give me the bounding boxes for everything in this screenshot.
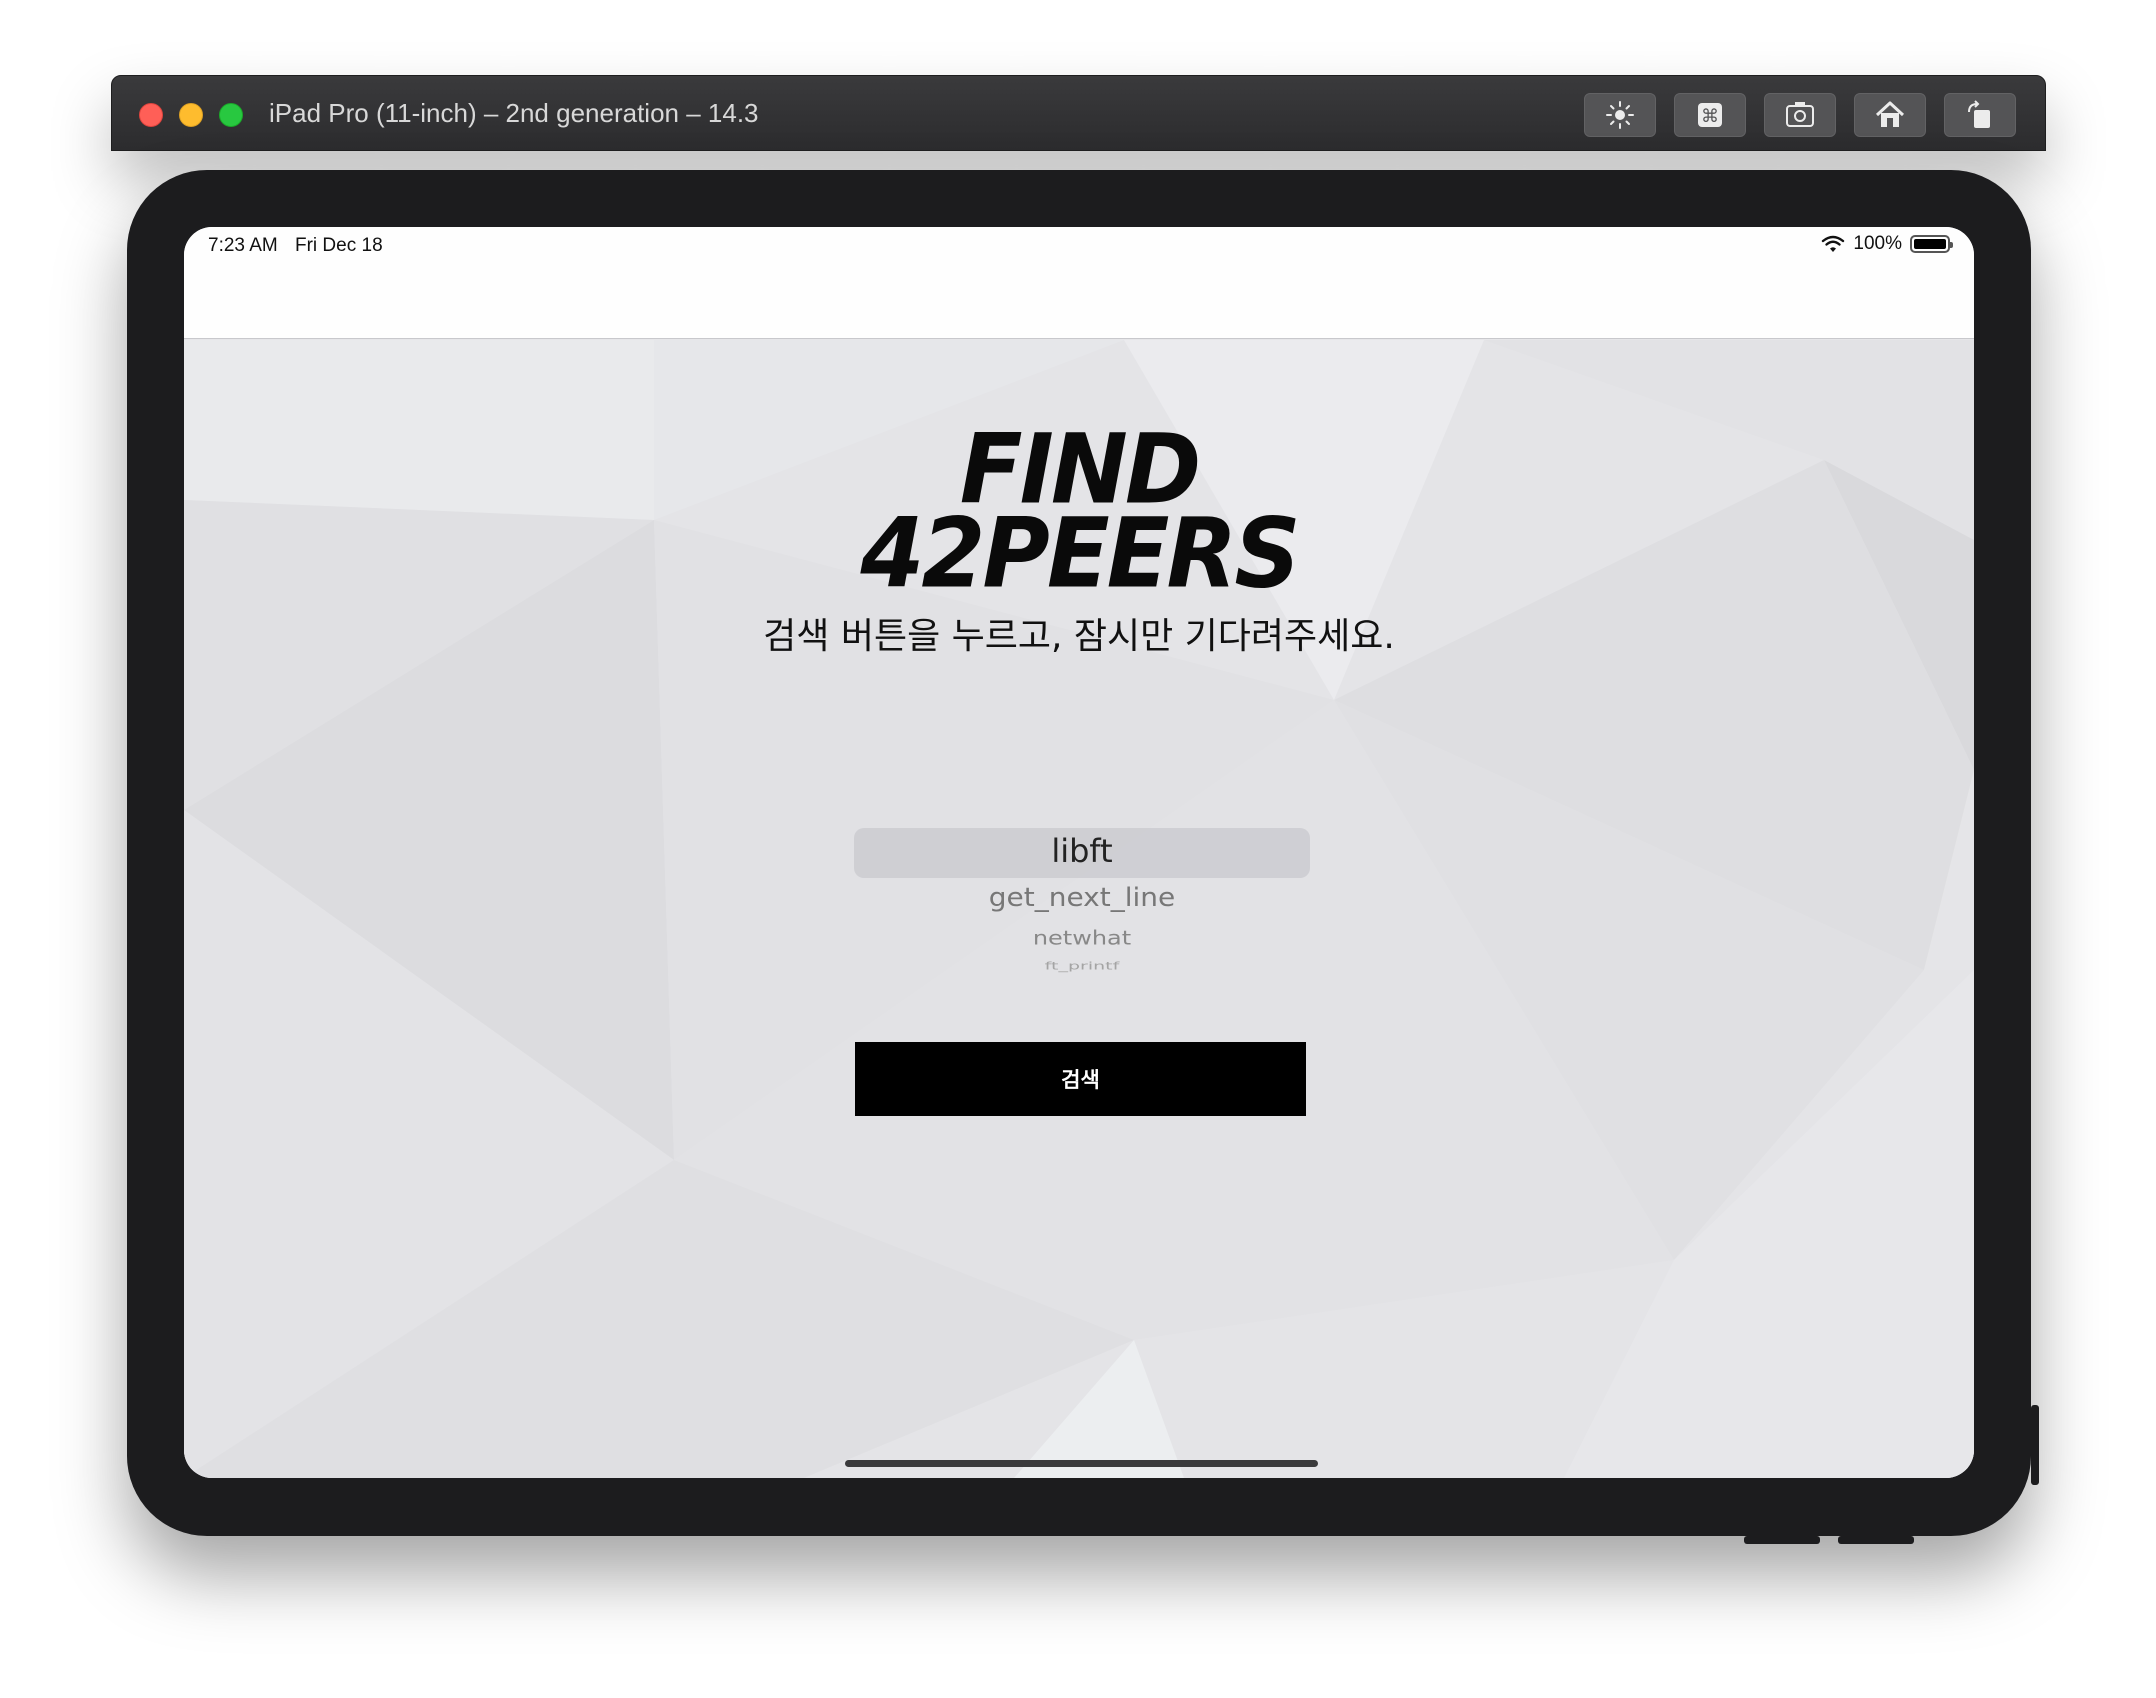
status-time: 7:23 AM	[208, 235, 278, 256]
brightness-button[interactable]	[1584, 93, 1656, 137]
search-button[interactable]: 검색	[855, 1042, 1306, 1116]
rotate-icon	[1968, 100, 1990, 128]
ipad-device-frame: 7:23 AM Fri Dec 18 100% FIND 42PEERS 검색 …	[127, 170, 2039, 1544]
status-bar: 7:23 AM Fri Dec 18 100%	[184, 227, 1974, 339]
picker-item-get-next-line[interactable]: get_next_line	[854, 882, 1310, 912]
command-icon: ⌘	[1698, 103, 1722, 127]
title-bar: iPad Pro (11-inch) – 2nd generation – 14…	[111, 75, 2046, 151]
window-title: iPad Pro (11-inch) – 2nd generation – 14…	[269, 98, 759, 128]
screenshot-button[interactable]	[1764, 93, 1836, 137]
status-date: Fri Dec 18	[295, 235, 383, 256]
device-screen: 7:23 AM Fri Dec 18 100% FIND 42PEERS 검색 …	[184, 227, 1974, 1478]
close-window-button[interactable]	[139, 103, 163, 127]
svg-text:⌘: ⌘	[1701, 106, 1719, 127]
simulator-window: iPad Pro (11-inch) – 2nd generation – 14…	[111, 75, 2046, 1555]
home-button[interactable]	[1854, 93, 1926, 137]
stage: iPad Pro (11-inch) – 2nd generation – 14…	[0, 0, 2156, 1698]
project-picker[interactable]: libft get_next_line netwhat ft_printf	[854, 828, 1310, 988]
status-indicators: 100%	[1821, 233, 1953, 255]
app-content: FIND 42PEERS 검색 버튼을 누르고, 잠시만 기다려주세요. lib…	[184, 340, 1974, 1478]
picker-item-libft[interactable]: libft	[854, 832, 1310, 870]
volume-down-button	[1744, 1536, 1820, 1544]
battery-level-fill	[1914, 239, 1946, 249]
volume-up-button	[1838, 1536, 1914, 1544]
side-button	[2031, 1405, 2039, 1485]
home-indicator[interactable]	[845, 1460, 1318, 1467]
screenshot-icon	[1786, 102, 1814, 127]
home-icon	[1875, 101, 1905, 127]
battery-percentage: 100%	[1853, 233, 1902, 254]
picker-item-netwhat[interactable]: netwhat	[854, 927, 1310, 949]
brightness-icon	[1606, 101, 1634, 129]
logo-line-2: 42PEERS	[860, 497, 1300, 610]
wifi-icon	[1821, 234, 1845, 254]
battery-icon	[1910, 235, 1953, 253]
picker-item-ft-printf[interactable]: ft_printf	[854, 960, 1310, 972]
minimize-window-button[interactable]	[179, 103, 203, 127]
zoom-window-button[interactable]	[219, 103, 243, 127]
instruction-subtitle: 검색 버튼을 누르고, 잠시만 기다려주세요.	[763, 616, 1395, 657]
keyboard-button[interactable]: ⌘	[1674, 93, 1746, 137]
rotate-button[interactable]	[1944, 93, 2016, 137]
